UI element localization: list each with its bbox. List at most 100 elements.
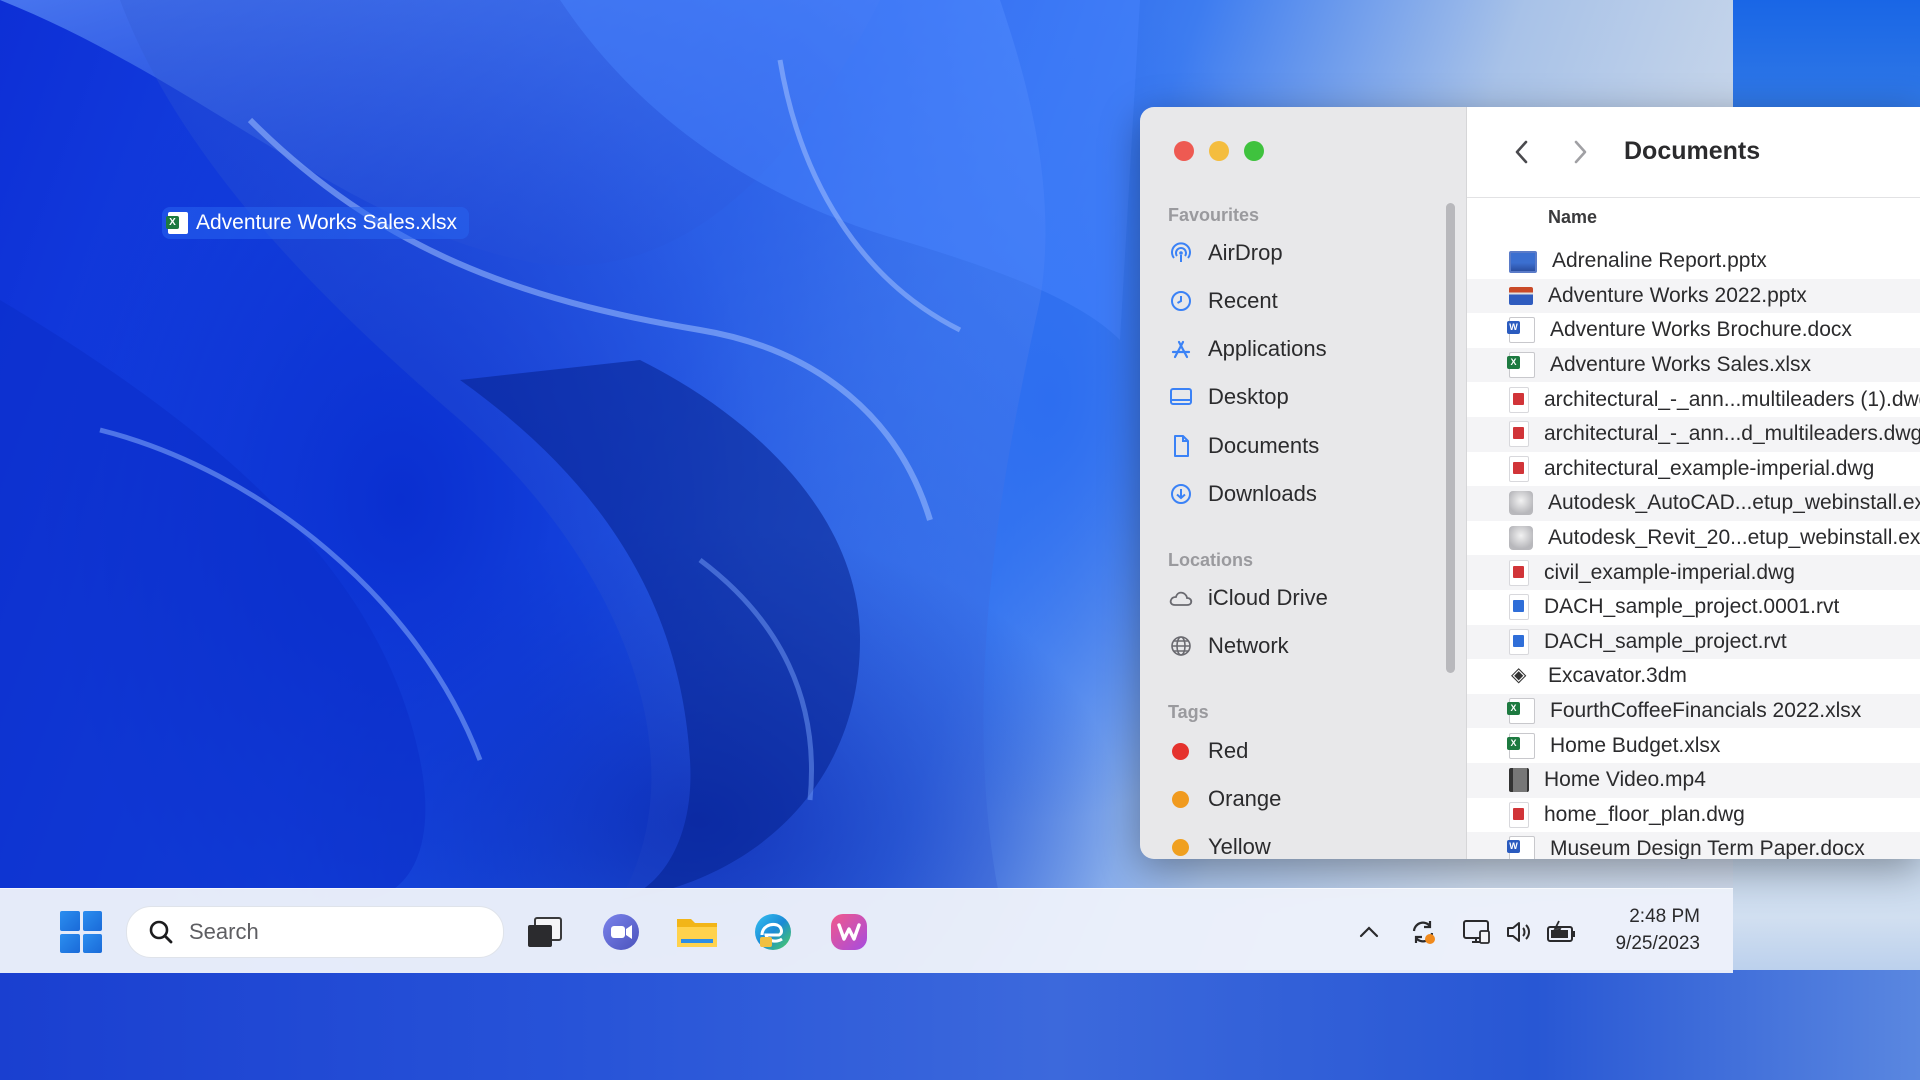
sidebar-item-label: Recent xyxy=(1208,288,1278,313)
sync-status-button[interactable] xyxy=(1407,917,1439,947)
desktop-icon xyxy=(1168,384,1194,410)
task-view-button[interactable] xyxy=(522,909,568,955)
show-hidden-icons-button[interactable] xyxy=(1353,917,1385,947)
file-row[interactable]: DACH_sample_project.rvt xyxy=(1467,624,1920,660)
forward-button[interactable] xyxy=(1563,135,1597,169)
close-window-button[interactable] xyxy=(1174,141,1194,161)
orange-tag-dot-icon xyxy=(1172,790,1189,808)
wps-office-button[interactable] xyxy=(826,909,872,955)
file-row[interactable]: Home Budget.xlsx xyxy=(1467,728,1920,763)
cloud-icon xyxy=(1168,585,1194,611)
desktop-file-item[interactable]: Adventure Works Sales.xlsx xyxy=(162,207,470,239)
file-name: Autodesk_AutoCAD...etup_webinstall.exe xyxy=(1548,491,1920,515)
file-row[interactable]: home_floor_plan.dwg xyxy=(1467,798,1920,833)
applications-icon xyxy=(1168,336,1194,362)
taskbar-search-box[interactable]: Search xyxy=(126,906,504,958)
sidebar-item-airdrop[interactable]: AirDrop xyxy=(1168,234,1438,272)
wallpaper-bottom-edge xyxy=(0,970,1920,1080)
task-view-icon xyxy=(528,917,562,947)
name-column-header[interactable]: Name xyxy=(1548,207,1597,228)
battery-button[interactable] xyxy=(1545,917,1577,947)
sidebar-item-recent[interactable]: Recent xyxy=(1168,282,1438,320)
file-row[interactable]: DACH_sample_project.0001.rvt xyxy=(1467,590,1920,625)
chevron-left-icon xyxy=(1515,140,1528,164)
file-row[interactable]: Museum Design Term Paper.docx xyxy=(1467,832,1920,859)
powerpoint-file-icon xyxy=(1509,286,1533,305)
file-row[interactable]: Adventure Works Brochure.docx xyxy=(1467,313,1920,348)
sidebar-item-icloud-drive[interactable]: iCloud Drive xyxy=(1168,579,1438,617)
file-row[interactable]: architectural_example-imperial.dwg xyxy=(1467,452,1920,487)
sidebar-item-label: Network xyxy=(1208,633,1289,658)
volume-button[interactable] xyxy=(1503,917,1535,947)
start-button[interactable] xyxy=(60,911,102,953)
file-row[interactable]: Adrenaline Report.pptx xyxy=(1467,244,1920,279)
file-name: Home Budget.xlsx xyxy=(1550,733,1721,757)
excel-file-icon xyxy=(1507,352,1535,379)
file-row[interactable]: Autodesk_Revit_20...etup_webinstall.exe xyxy=(1467,521,1920,556)
installer-package-icon xyxy=(1509,526,1533,551)
file-name: architectural_-_ann...d_multileaders.dwg xyxy=(1544,422,1920,446)
file-name: Adventure Works 2022.pptx xyxy=(1548,283,1807,307)
file-row[interactable]: FourthCoffeeFinancials 2022.xlsx xyxy=(1467,693,1920,729)
file-row[interactable]: civil_example-imperial.dwg xyxy=(1467,555,1920,590)
airdrop-icon xyxy=(1168,240,1194,266)
revit-file-icon xyxy=(1509,628,1529,655)
red-tag-dot-icon xyxy=(1172,742,1189,760)
file-row[interactable]: architectural_-_ann...d_multileaders.dwg xyxy=(1467,416,1920,452)
search-icon xyxy=(147,918,175,946)
windows-logo-icon xyxy=(60,933,80,953)
sidebar-item-downloads[interactable]: Downloads xyxy=(1168,475,1438,513)
volume-icon xyxy=(1507,922,1530,942)
sidebar-item-label: Yellow xyxy=(1208,834,1271,859)
file-row[interactable]: Adventure Works 2022.pptx xyxy=(1467,278,1920,314)
sidebar-scrollbar[interactable] xyxy=(1446,203,1455,673)
display-settings-button[interactable] xyxy=(1461,917,1493,947)
sidebar-item-desktop[interactable]: Desktop xyxy=(1168,378,1438,416)
minimize-window-button[interactable] xyxy=(1209,141,1229,161)
chevron-right-icon xyxy=(1574,140,1587,164)
file-row[interactable]: Excavator.3dm xyxy=(1467,659,1920,694)
sidebar-item-label: Downloads xyxy=(1208,481,1317,506)
rhino-3dm-file-icon xyxy=(1509,662,1533,689)
dwg-file-icon xyxy=(1509,455,1529,482)
taskbar: Search 2:48 PM 9/25/2023 xyxy=(0,888,1733,973)
finder-toolbar: Documents xyxy=(1467,107,1920,198)
teams-chat-button[interactable] xyxy=(598,909,644,955)
maximize-window-button[interactable] xyxy=(1244,141,1264,161)
file-row[interactable]: architectural_-_ann...multileaders (1).d… xyxy=(1467,382,1920,417)
sidebar-item-tag-orange[interactable]: Orange xyxy=(1168,780,1438,818)
locations-heading: Locations xyxy=(1168,550,1254,570)
tags-heading: Tags xyxy=(1168,702,1209,722)
finder-sidebar: Favourites AirDrop Recent Applications D… xyxy=(1140,107,1467,859)
sidebar-item-applications[interactable]: Applications xyxy=(1168,330,1438,368)
sidebar-item-label: Applications xyxy=(1208,336,1327,361)
globe-icon xyxy=(1168,633,1194,659)
wps-office-icon xyxy=(831,914,867,950)
sidebar-item-network[interactable]: Network xyxy=(1168,627,1438,665)
dwg-file-icon xyxy=(1509,559,1529,586)
sidebar-item-label: AirDrop xyxy=(1208,240,1283,265)
edge-browser-button[interactable] xyxy=(750,909,796,955)
taskbar-clock[interactable]: 2:48 PM 9/25/2023 xyxy=(1596,903,1700,957)
file-row[interactable]: Autodesk_AutoCAD...etup_webinstall.exe xyxy=(1467,486,1920,521)
sidebar-item-tag-red[interactable]: Red xyxy=(1168,732,1438,770)
file-list: Adrenaline Report.pptx Adventure Works 2… xyxy=(1467,244,1920,859)
sidebar-item-documents[interactable]: Documents xyxy=(1168,427,1438,465)
sidebar-item-label: Documents xyxy=(1208,433,1320,458)
desktop-file-label: Adventure Works Sales.xlsx xyxy=(196,211,458,234)
battery-icon xyxy=(1547,920,1575,942)
sidebar-item-label: Orange xyxy=(1208,786,1282,811)
file-explorer-button[interactable] xyxy=(674,909,720,955)
file-row[interactable]: Adventure Works Sales.xlsx xyxy=(1467,347,1920,383)
back-button[interactable] xyxy=(1505,135,1539,169)
clock-icon xyxy=(1168,288,1194,314)
document-icon xyxy=(1168,433,1194,459)
revit-file-icon xyxy=(1509,594,1529,621)
window-title: Documents xyxy=(1624,137,1761,165)
clock-date: 9/25/2023 xyxy=(1615,933,1700,954)
sidebar-item-label: Desktop xyxy=(1208,384,1289,409)
file-name: Excavator.3dm xyxy=(1548,664,1687,688)
file-row[interactable]: Home Video.mp4 xyxy=(1467,762,1920,798)
sidebar-item-tag-yellow[interactable]: Yellow xyxy=(1168,828,1438,859)
dwg-file-icon xyxy=(1509,801,1529,828)
